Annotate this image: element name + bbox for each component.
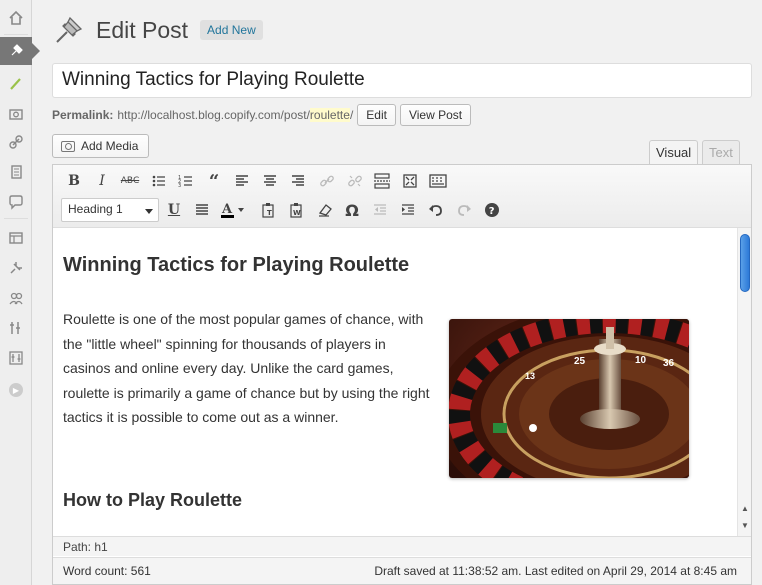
roulette-wheel-image[interactable]: 25 10 13 36 <box>449 319 689 478</box>
tools-icon[interactable] <box>0 314 32 342</box>
tab-text[interactable]: Text <box>702 140 740 165</box>
undo-icon[interactable] <box>425 199 447 221</box>
svg-text:3: 3 <box>178 183 181 189</box>
wheel-number-25: 25 <box>574 356 586 367</box>
tab-visual[interactable]: Visual <box>649 140 699 165</box>
permalink-slug[interactable]: roulette <box>309 108 350 122</box>
format-select[interactable]: Heading 1 <box>61 198 159 222</box>
permalink-label: Permalink: <box>52 108 114 122</box>
indent-icon[interactable] <box>397 199 419 221</box>
strikethrough-icon[interactable]: ABC <box>119 170 141 192</box>
align-right-icon[interactable] <box>287 170 309 192</box>
word-count: Word count: 561 <box>63 564 151 578</box>
help-icon[interactable]: ? <box>481 199 503 221</box>
wheel-number-13: 13 <box>525 371 535 381</box>
view-post-button[interactable]: View Post <box>399 104 472 126</box>
insert-link-icon[interactable] <box>316 170 338 192</box>
blockquote-icon[interactable]: “ <box>203 170 225 192</box>
scroll-up-icon[interactable]: ▲ <box>740 502 750 514</box>
read-more-icon[interactable] <box>371 170 393 192</box>
comments-icon[interactable] <box>0 188 32 216</box>
edit-permalink-button[interactable]: Edit <box>357 104 396 126</box>
collapse-menu-icon[interactable]: ▶ <box>0 376 32 404</box>
align-center-icon[interactable] <box>259 170 281 192</box>
wheel-number-10: 10 <box>635 355 647 366</box>
editor-scrollbar[interactable]: ▲ ▼ <box>737 228 751 536</box>
page-title: Edit Post <box>96 16 189 43</box>
chevron-down-icon <box>145 209 153 214</box>
wheel-number-36: 36 <box>663 358 675 369</box>
content-subheading[interactable]: How to Play Roulette <box>63 490 242 511</box>
scroll-down-icon[interactable]: ▼ <box>740 519 750 531</box>
permalink-trailing-slash: / <box>349 108 354 122</box>
paste-text-icon[interactable]: T <box>258 199 280 221</box>
format-select-value: Heading 1 <box>68 202 123 216</box>
admin-sidebar: ▶ <box>0 0 40 585</box>
justify-icon[interactable] <box>191 199 213 221</box>
status-bar: Word count: 561 Draft saved at 11:38:52 … <box>53 557 751 584</box>
add-media-label: Add Media <box>81 139 139 153</box>
media-icon[interactable] <box>0 100 32 128</box>
align-left-icon[interactable] <box>231 170 253 192</box>
special-character-icon[interactable]: Ω <box>341 199 363 221</box>
permalink-row: Permalink: http://localhost.blog.copify.… <box>52 104 472 126</box>
remove-link-icon[interactable] <box>344 170 366 192</box>
dashboard-icon[interactable] <box>0 4 32 32</box>
element-path: Path: h1 <box>53 536 751 556</box>
underline-icon[interactable]: U <box>163 199 185 221</box>
draft-saved-status: Draft saved at 11:38:52 am. Last edited … <box>374 564 737 578</box>
users-icon[interactable] <box>0 284 32 312</box>
post-title-input[interactable]: Winning Tactics for Playing Roulette <box>52 63 752 98</box>
bold-icon[interactable]: B <box>63 170 85 192</box>
content-heading[interactable]: Winning Tactics for Playing Roulette <box>63 254 409 277</box>
scroll-thumb[interactable] <box>740 234 750 292</box>
pen-icon[interactable] <box>0 70 32 98</box>
add-media-button[interactable]: Add Media <box>52 134 150 158</box>
editor-content-area[interactable]: Winning Tactics for Playing Roulette Rou… <box>53 228 737 536</box>
page-header: Edit Post Add New <box>52 10 263 50</box>
paste-word-icon[interactable]: W <box>286 199 308 221</box>
pushpin-icon <box>52 13 86 47</box>
fullscreen-icon[interactable] <box>399 170 421 192</box>
text-color-icon[interactable]: A <box>219 199 247 221</box>
settings-icon[interactable] <box>0 344 32 372</box>
outdent-icon[interactable] <box>369 199 391 221</box>
post-editor: B I ABC 123 “ Heading 1 U A T W Ω ? Winn… <box>52 164 752 585</box>
editor-toolbar: B I ABC 123 “ Heading 1 U A T W Ω ? <box>53 165 751 228</box>
svg-text:T: T <box>267 209 272 217</box>
plugins-icon[interactable] <box>0 254 32 282</box>
toolbar-toggle-icon[interactable] <box>427 170 449 192</box>
italic-icon[interactable]: I <box>91 170 113 192</box>
svg-text:?: ? <box>489 206 495 217</box>
appearance-icon[interactable] <box>0 224 32 252</box>
svg-text:A: A <box>221 202 233 217</box>
links-icon[interactable] <box>0 128 32 156</box>
numbered-list-icon[interactable]: 123 <box>175 170 197 192</box>
clear-formatting-icon[interactable] <box>314 199 336 221</box>
add-new-button[interactable]: Add New <box>200 20 263 40</box>
camera-icon <box>61 140 75 152</box>
content-paragraph[interactable]: Roulette is one of the most popular game… <box>63 307 433 430</box>
posts-pin-icon[interactable] <box>0 37 40 65</box>
permalink-base-url: http://localhost.blog.copify.com/post/ <box>117 108 310 122</box>
redo-icon[interactable] <box>453 199 475 221</box>
bullet-list-icon[interactable] <box>148 170 170 192</box>
pages-icon[interactable] <box>0 158 32 186</box>
svg-text:W: W <box>293 209 301 217</box>
